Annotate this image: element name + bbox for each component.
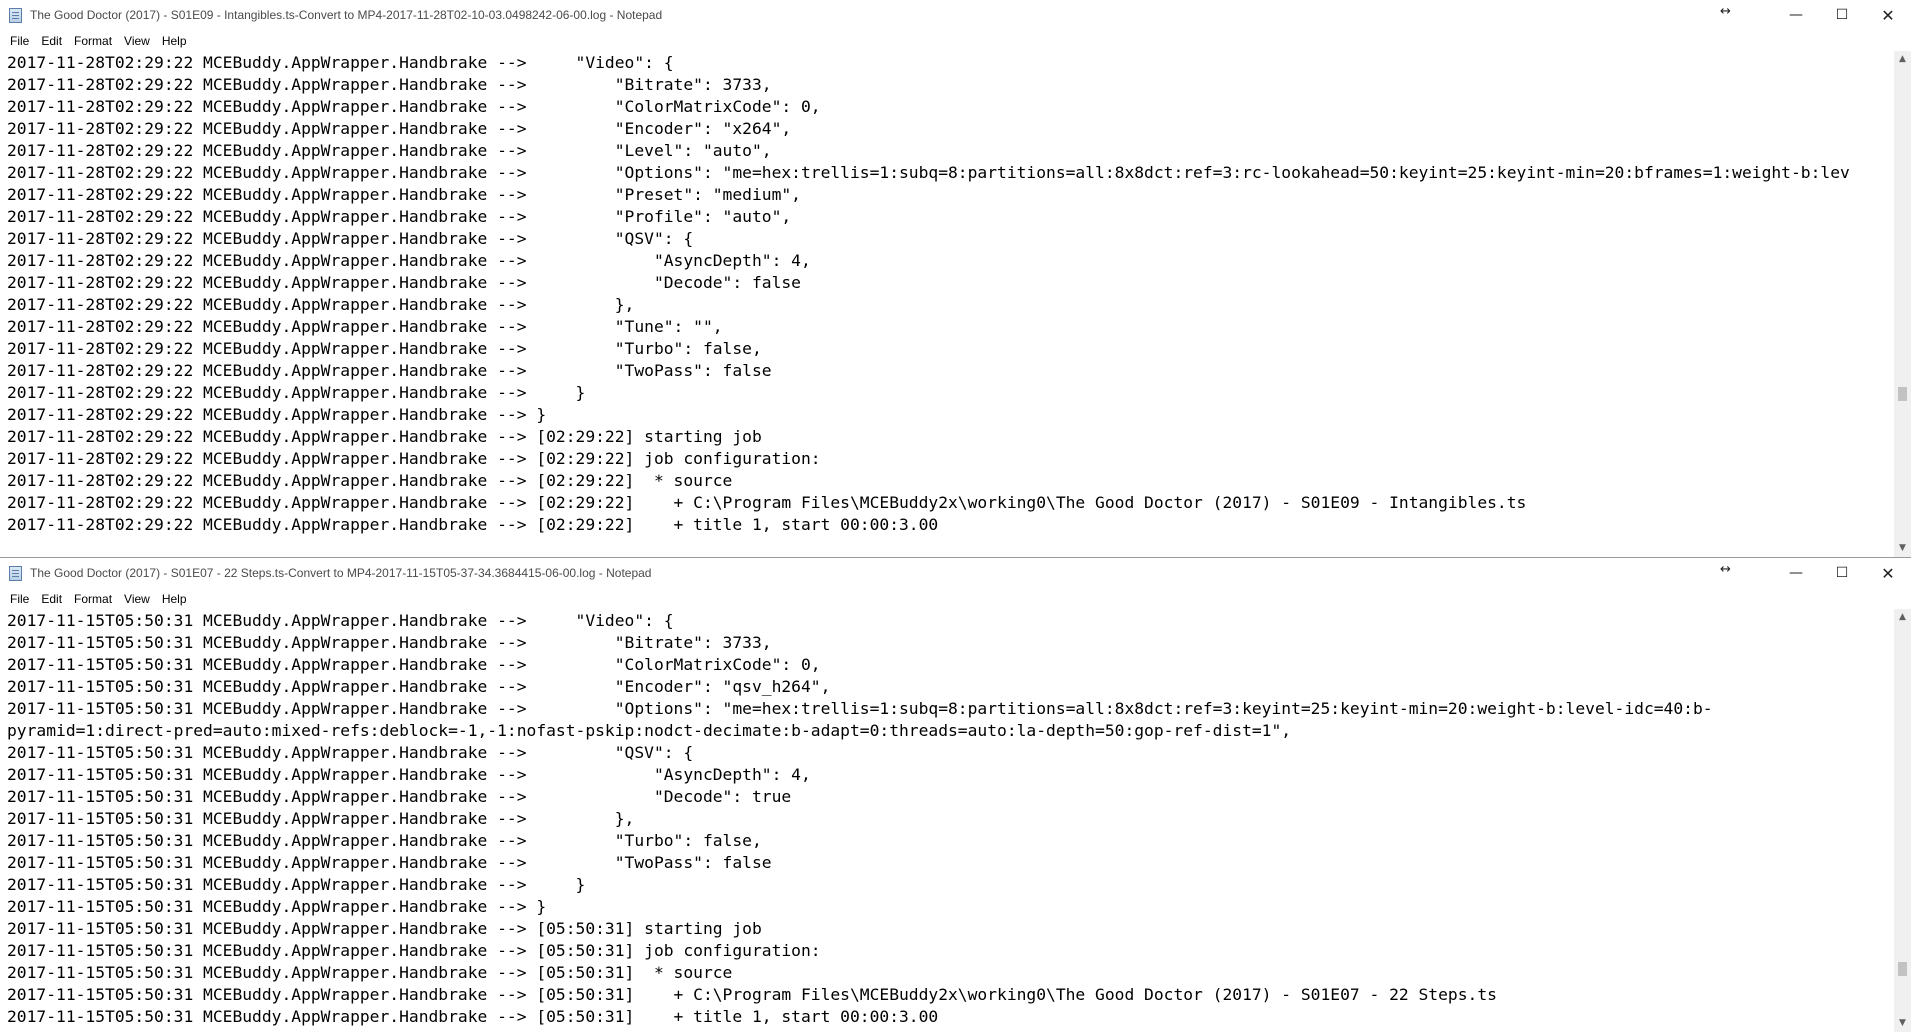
- log-line: 2017-11-15T05:50:31 MCEBuddy.AppWrapper.…: [7, 919, 762, 938]
- log-line: 2017-11-15T05:50:31 MCEBuddy.AppWrapper.…: [7, 677, 831, 696]
- log-line: pyramid=1:direct-pred=auto:mixed-refs:de…: [7, 721, 1292, 740]
- menu-file[interactable]: File: [4, 589, 35, 609]
- menu-edit[interactable]: Edit: [35, 589, 68, 609]
- menu-bar: File Edit Format View Help: [0, 31, 1911, 51]
- log-line: 2017-11-28T02:29:22 MCEBuddy.AppWrapper.…: [7, 427, 762, 446]
- text-content[interactable]: 2017-11-28T02:29:22 MCEBuddy.AppWrapper.…: [7, 52, 1894, 557]
- log-line: 2017-11-15T05:50:31 MCEBuddy.AppWrapper.…: [7, 633, 772, 652]
- editor-area[interactable]: 2017-11-28T02:29:22 MCEBuddy.AppWrapper.…: [0, 51, 1911, 557]
- menu-help[interactable]: Help: [156, 589, 193, 609]
- close-button[interactable]: ✕: [1865, 558, 1911, 589]
- log-line: 2017-11-28T02:29:22 MCEBuddy.AppWrapper.…: [7, 75, 772, 94]
- notepad-window-2: The Good Doctor (2017) - S01E07 - 22 Ste…: [0, 557, 1911, 1032]
- log-line: 2017-11-15T05:50:31 MCEBuddy.AppWrapper.…: [7, 611, 674, 630]
- window-title: The Good Doctor (2017) - S01E07 - 22 Ste…: [30, 566, 652, 580]
- menu-format[interactable]: Format: [68, 31, 118, 51]
- log-line: 2017-11-15T05:50:31 MCEBuddy.AppWrapper.…: [7, 655, 821, 674]
- minimize-button[interactable]: —: [1773, 0, 1819, 31]
- log-line: 2017-11-28T02:29:22 MCEBuddy.AppWrapper.…: [7, 515, 939, 534]
- log-line: 2017-11-28T02:29:22 MCEBuddy.AppWrapper.…: [7, 251, 811, 270]
- log-line: 2017-11-15T05:50:31 MCEBuddy.AppWrapper.…: [7, 809, 635, 828]
- vertical-scrollbar[interactable]: ▲ ▼: [1894, 51, 1911, 557]
- log-line: 2017-11-28T02:29:22 MCEBuddy.AppWrapper.…: [7, 229, 694, 248]
- log-line: 2017-11-15T05:50:31 MCEBuddy.AppWrapper.…: [7, 699, 1713, 718]
- log-line: 2017-11-15T05:50:31 MCEBuddy.AppWrapper.…: [7, 765, 811, 784]
- resize-cursor-icon: ↔: [1720, 562, 1731, 577]
- log-line: 2017-11-28T02:29:22 MCEBuddy.AppWrapper.…: [7, 141, 772, 160]
- scroll-thumb[interactable]: [1898, 962, 1907, 976]
- menu-bar: File Edit Format View Help: [0, 589, 1911, 609]
- scroll-up-icon[interactable]: ▲: [1894, 609, 1911, 626]
- menu-edit[interactable]: Edit: [35, 31, 68, 51]
- log-line: 2017-11-28T02:29:22 MCEBuddy.AppWrapper.…: [7, 97, 821, 116]
- log-line: 2017-11-28T02:29:22 MCEBuddy.AppWrapper.…: [7, 339, 762, 358]
- notepad-icon: [9, 8, 22, 23]
- log-line: 2017-11-28T02:29:22 MCEBuddy.AppWrapper.…: [7, 273, 801, 292]
- maximize-button[interactable]: ☐: [1819, 558, 1865, 589]
- log-line: 2017-11-15T05:50:31 MCEBuddy.AppWrapper.…: [7, 743, 694, 762]
- editor-area[interactable]: 2017-11-15T05:50:31 MCEBuddy.AppWrapper.…: [0, 609, 1911, 1032]
- title-bar[interactable]: The Good Doctor (2017) - S01E09 - Intang…: [0, 0, 1911, 31]
- menu-view[interactable]: View: [118, 589, 156, 609]
- window-title: The Good Doctor (2017) - S01E09 - Intang…: [30, 8, 663, 22]
- log-line: 2017-11-15T05:50:31 MCEBuddy.AppWrapper.…: [7, 875, 586, 894]
- vertical-scrollbar[interactable]: ▲ ▼: [1894, 609, 1911, 1032]
- menu-view[interactable]: View: [118, 31, 156, 51]
- scroll-down-icon[interactable]: ▼: [1894, 1015, 1911, 1032]
- log-line: 2017-11-15T05:50:31 MCEBuddy.AppWrapper.…: [7, 941, 821, 960]
- log-line: 2017-11-28T02:29:22 MCEBuddy.AppWrapper.…: [7, 53, 674, 72]
- log-line: 2017-11-15T05:50:31 MCEBuddy.AppWrapper.…: [7, 985, 1497, 1004]
- log-line: 2017-11-28T02:29:22 MCEBuddy.AppWrapper.…: [7, 163, 1850, 182]
- resize-cursor-icon: ↔: [1720, 4, 1731, 19]
- notepad-icon: [9, 566, 22, 581]
- log-line: 2017-11-28T02:29:22 MCEBuddy.AppWrapper.…: [7, 383, 586, 402]
- scroll-down-icon[interactable]: ▼: [1894, 540, 1911, 557]
- log-line: 2017-11-15T05:50:31 MCEBuddy.AppWrapper.…: [7, 897, 547, 916]
- log-line: 2017-11-28T02:29:22 MCEBuddy.AppWrapper.…: [7, 207, 792, 226]
- notepad-window-1: The Good Doctor (2017) - S01E09 - Intang…: [0, 0, 1911, 557]
- log-line: 2017-11-28T02:29:22 MCEBuddy.AppWrapper.…: [7, 471, 733, 490]
- menu-format[interactable]: Format: [68, 589, 118, 609]
- log-line: 2017-11-15T05:50:31 MCEBuddy.AppWrapper.…: [7, 853, 772, 872]
- log-line: 2017-11-28T02:29:22 MCEBuddy.AppWrapper.…: [7, 185, 801, 204]
- log-line: 2017-11-28T02:29:22 MCEBuddy.AppWrapper.…: [7, 119, 792, 138]
- log-line: 2017-11-28T02:29:22 MCEBuddy.AppWrapper.…: [7, 493, 1527, 512]
- log-line: 2017-11-28T02:29:22 MCEBuddy.AppWrapper.…: [7, 361, 772, 380]
- log-line: 2017-11-28T02:29:22 MCEBuddy.AppWrapper.…: [7, 295, 635, 314]
- log-line: 2017-11-15T05:50:31 MCEBuddy.AppWrapper.…: [7, 831, 762, 850]
- log-line: 2017-11-15T05:50:31 MCEBuddy.AppWrapper.…: [7, 1007, 939, 1026]
- title-bar[interactable]: The Good Doctor (2017) - S01E07 - 22 Ste…: [0, 558, 1911, 589]
- scroll-up-icon[interactable]: ▲: [1894, 51, 1911, 68]
- minimize-button[interactable]: —: [1773, 558, 1819, 589]
- log-line: 2017-11-15T05:50:31 MCEBuddy.AppWrapper.…: [7, 963, 733, 982]
- log-line: 2017-11-15T05:50:31 MCEBuddy.AppWrapper.…: [7, 787, 792, 806]
- log-line: 2017-11-28T02:29:22 MCEBuddy.AppWrapper.…: [7, 405, 547, 424]
- log-line: 2017-11-28T02:29:22 MCEBuddy.AppWrapper.…: [7, 317, 723, 336]
- text-content[interactable]: 2017-11-15T05:50:31 MCEBuddy.AppWrapper.…: [7, 610, 1894, 1032]
- log-line: 2017-11-28T02:29:22 MCEBuddy.AppWrapper.…: [7, 449, 821, 468]
- menu-file[interactable]: File: [4, 31, 35, 51]
- close-button[interactable]: ✕: [1865, 0, 1911, 31]
- scroll-thumb[interactable]: [1898, 387, 1907, 401]
- maximize-button[interactable]: ☐: [1819, 0, 1865, 31]
- menu-help[interactable]: Help: [156, 31, 193, 51]
